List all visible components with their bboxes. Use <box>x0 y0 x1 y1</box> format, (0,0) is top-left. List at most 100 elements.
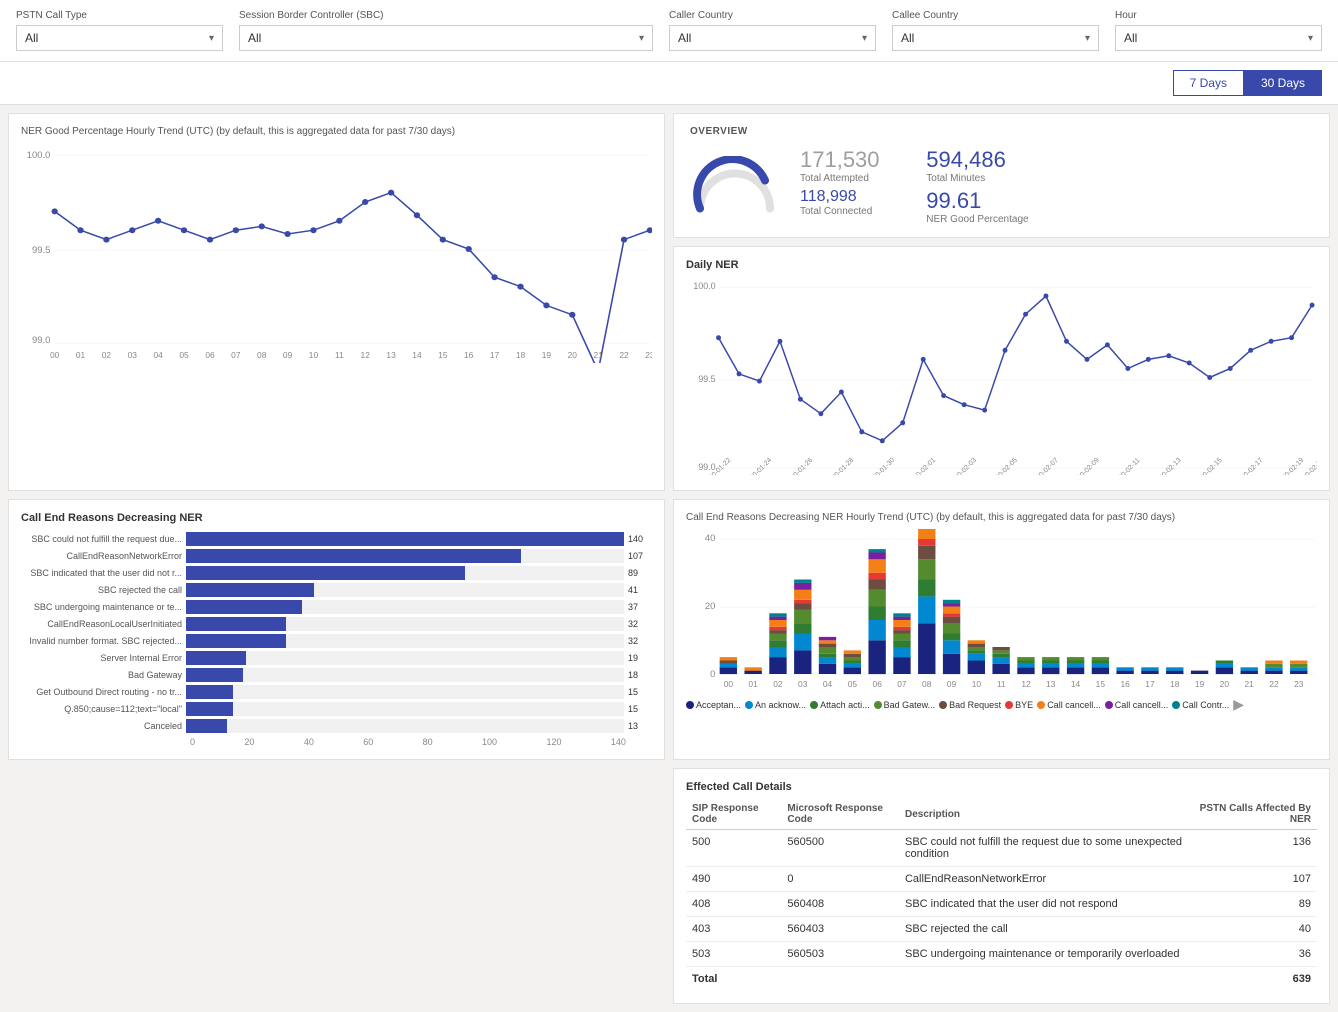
svg-text:23: 23 <box>645 351 652 360</box>
svg-text:05: 05 <box>848 680 858 689</box>
cell-ms: 560500 <box>781 830 899 867</box>
svg-text:20: 20 <box>1220 680 1230 689</box>
svg-text:2020-02-19: 2020-02-19 <box>1276 457 1306 475</box>
svg-text:01: 01 <box>76 351 86 360</box>
sbc-filter-label: Session Border Controller (SBC) <box>239 10 653 21</box>
daily-ner-card: Daily NER 100.0 99.5 99.0 2020-01-222020… <box>673 246 1330 491</box>
hbar-track <box>186 651 624 665</box>
svg-text:2020-01-26: 2020-01-26 <box>784 457 814 475</box>
legend-dot <box>1005 701 1013 709</box>
hbar-row: CallEndReasonLocalUserInitiated32 <box>21 617 652 631</box>
hourly-bar-chart: 40 20 0 00010203040506070809101112131415… <box>686 529 1317 689</box>
hbar-fill <box>186 549 521 563</box>
legend-item: Bad Request <box>939 696 1001 713</box>
pstn-filter-select[interactable]: All ▾ <box>16 25 223 51</box>
svg-text:14: 14 <box>412 351 422 360</box>
hbar-label: CallEndReasonNetworkError <box>21 551 186 561</box>
svg-text:19: 19 <box>542 351 552 360</box>
hour-chevron-icon: ▾ <box>1308 33 1313 44</box>
hbar-fill <box>186 719 227 733</box>
svg-text:22: 22 <box>1269 680 1279 689</box>
hour-filter-select[interactable]: All ▾ <box>1115 25 1322 51</box>
legend-label: Call cancell... <box>1047 700 1101 710</box>
hbar-track <box>186 702 624 716</box>
svg-text:01: 01 <box>748 680 758 689</box>
hbar-label: Invalid number format. SBC rejected... <box>21 636 186 646</box>
cell-count: 107 <box>1192 867 1317 892</box>
hbar-label: Get Outbound Direct routing - no tr... <box>21 687 186 697</box>
svg-text:2020-01-24: 2020-01-24 <box>743 457 773 475</box>
svg-text:12: 12 <box>1021 680 1031 689</box>
hbar-value: 19 <box>628 653 652 663</box>
hbar-track <box>186 617 624 631</box>
svg-text:13: 13 <box>386 351 396 360</box>
cell-count: 40 <box>1192 917 1317 942</box>
svg-text:04: 04 <box>153 351 163 360</box>
hbar-label: SBC rejected the call <box>21 585 186 595</box>
call-end-reasons-card: Call End Reasons Decreasing NER SBC coul… <box>8 499 665 760</box>
svg-text:99.5: 99.5 <box>698 374 715 384</box>
cell-count: 136 <box>1192 830 1317 867</box>
hbar-fill <box>186 634 286 648</box>
hbar-value: 15 <box>628 687 652 697</box>
sbc-filter-select[interactable]: All ▾ <box>239 25 653 51</box>
cell-desc: SBC indicated that the user did not resp… <box>899 892 1192 917</box>
7-days-button[interactable]: 7 Days <box>1173 70 1244 96</box>
hbar-row: SBC indicated that the user did not r...… <box>21 566 652 580</box>
ner-good-group: 99.61 NER Good Percentage <box>926 188 1028 225</box>
filter-bar: PSTN Call Type All ▾ Session Border Cont… <box>0 0 1338 62</box>
day-button-bar: 7 Days 30 Days <box>0 62 1338 105</box>
hourly-bar-title: Call End Reasons Decreasing NER Hourly T… <box>686 512 1317 523</box>
svg-text:17: 17 <box>1145 680 1155 689</box>
total-label: Total <box>686 967 781 992</box>
hourly-bar-legend: Acceptan...An acknow...Attach acti...Bad… <box>686 696 1317 713</box>
total-count: 639 <box>1192 967 1317 992</box>
sbc-filter-group: Session Border Controller (SBC) All ▾ <box>239 10 653 51</box>
svg-text:00: 00 <box>50 351 60 360</box>
hbar-value: 32 <box>628 636 652 646</box>
ner-good-value: 99.61 <box>926 188 1028 214</box>
svg-text:11: 11 <box>997 680 1006 689</box>
main-grid: OVERVIEW 171,530 Total Attempted 594,486… <box>0 105 1338 1012</box>
caller-filter-select[interactable]: All ▾ <box>669 25 876 51</box>
svg-text:100.0: 100.0 <box>693 281 715 291</box>
cell-ms: 560408 <box>781 892 899 917</box>
cell-sip: 408 <box>686 892 781 917</box>
legend-item: An acknow... <box>745 696 806 713</box>
legend-label: Call Contr... <box>1182 700 1229 710</box>
hbar-track <box>186 549 624 563</box>
legend-dot <box>874 701 882 709</box>
cell-desc: SBC rejected the call <box>899 917 1192 942</box>
svg-text:09: 09 <box>947 680 957 689</box>
effected-calls-table: SIP Response Code Microsoft Response Cod… <box>686 799 1317 991</box>
effected-calls-title: Effected Call Details <box>686 781 1317 793</box>
effected-calls-card: Effected Call Details SIP Response Code … <box>673 768 1330 1004</box>
svg-text:07: 07 <box>231 351 241 360</box>
svg-text:2020-02-13: 2020-02-13 <box>1153 457 1183 475</box>
svg-text:2020-02-17: 2020-02-17 <box>1235 457 1265 475</box>
legend-label: BYE <box>1015 700 1033 710</box>
hbar-fill <box>186 685 233 699</box>
legend-scroll-arrow[interactable]: ▶ <box>1233 696 1244 713</box>
col-ms: Microsoft Response Code <box>781 799 899 830</box>
hbar-row: Bad Gateway18 <box>21 668 652 682</box>
hbar-track <box>186 719 624 733</box>
table-row-total: Total 639 <box>686 967 1317 992</box>
legend-label: Bad Request <box>949 700 1001 710</box>
callee-filter-select[interactable]: All ▾ <box>892 25 1099 51</box>
cell-ms: 560403 <box>781 917 899 942</box>
svg-text:19: 19 <box>1195 680 1205 689</box>
svg-text:2020-02-05: 2020-02-05 <box>989 457 1019 475</box>
30-days-button[interactable]: 30 Days <box>1244 70 1322 96</box>
callee-filter-label: Callee Country <box>892 10 1099 21</box>
svg-text:2020-01-28: 2020-01-28 <box>825 457 855 475</box>
svg-text:21: 21 <box>593 351 603 360</box>
table-row: 408560408SBC indicated that the user did… <box>686 892 1317 917</box>
svg-text:10: 10 <box>309 351 319 360</box>
legend-item: Call cancell... <box>1105 696 1169 713</box>
hbar-track <box>186 600 624 614</box>
hbar-row: Canceled13 <box>21 719 652 733</box>
hbar-track <box>186 532 624 546</box>
svg-text:03: 03 <box>798 680 808 689</box>
legend-item: BYE <box>1005 696 1033 713</box>
